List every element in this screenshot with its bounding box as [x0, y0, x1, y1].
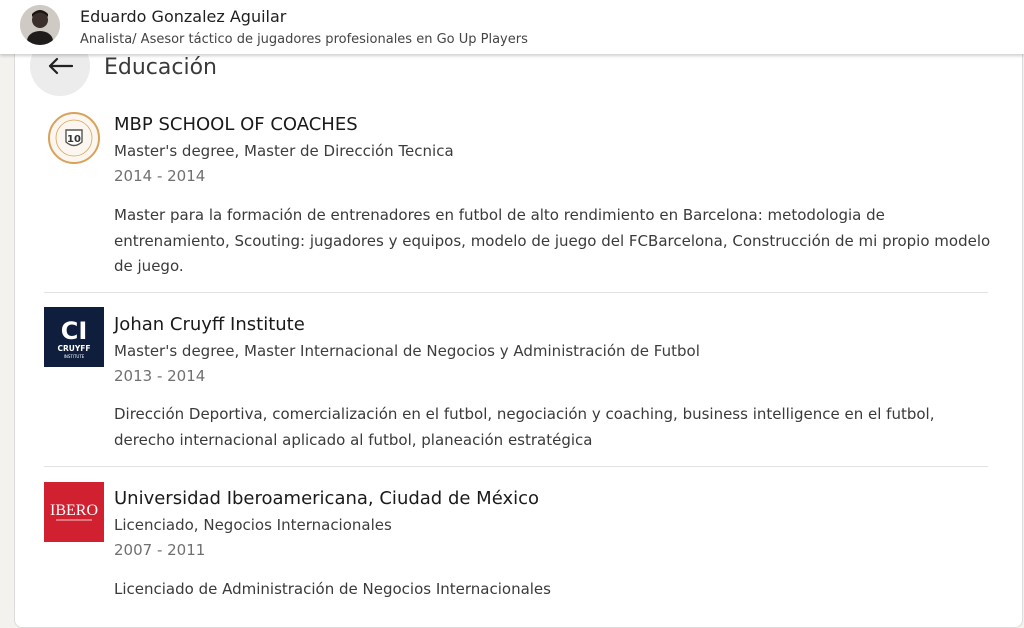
arrow-left-icon — [48, 57, 73, 75]
avatar[interactable] — [20, 5, 60, 45]
description: Dirección Deportiva, comercialización en… — [114, 405, 935, 449]
mbp-logo-icon: 10 — [48, 112, 100, 164]
school-name[interactable]: MBP SCHOOL OF COACHES — [114, 114, 358, 135]
section-title: Educación — [104, 55, 217, 80]
description: Licenciado de Administración de Negocios… — [114, 580, 551, 598]
profile-sticky-header: Eduardo Gonzalez Aguilar Analista/ Aseso… — [0, 0, 1024, 54]
school-logo-mbp[interactable]: 10 — [44, 108, 104, 168]
dates: 2014 - 2014 — [114, 167, 206, 185]
profile-headline: Analista/ Asesor táctico de jugadores pr… — [80, 32, 528, 47]
ibero-logo-icon: IBERO — [50, 502, 98, 521]
degree: Licenciado, Negocios Internacionales — [114, 516, 392, 534]
profile-name[interactable]: Eduardo Gonzalez Aguilar — [80, 7, 286, 26]
divider — [44, 466, 988, 467]
divider — [44, 292, 988, 293]
cruyff-logo-text: CRUYFF — [57, 344, 90, 353]
school-name[interactable]: Johan Cruyff Institute — [114, 314, 305, 335]
cruyff-logo-icon: CI CRUYFF INSTITUTE — [57, 317, 90, 359]
description: Master para la formación de entrenadores… — [114, 206, 991, 275]
degree: Master's degree, Master de Dirección Tec… — [114, 142, 454, 160]
degree: Master's degree, Master Internacional de… — [114, 342, 700, 360]
school-logo-cruyff[interactable]: CI CRUYFF INSTITUTE — [44, 307, 104, 367]
dates: 2007 - 2011 — [114, 541, 206, 559]
cruyff-logo-mark: CI — [61, 317, 88, 345]
avatar-photo — [20, 5, 60, 45]
school-name[interactable]: Universidad Iberoamericana, Ciudad de Mé… — [114, 488, 539, 509]
school-logo-ibero[interactable]: IBERO — [44, 482, 104, 542]
mbp-logo-number: 10 — [67, 134, 81, 145]
ibero-logo-text: IBERO — [50, 502, 98, 519]
dates: 2013 - 2014 — [114, 367, 206, 385]
cruyff-logo-subtext: INSTITUTE — [64, 354, 85, 359]
